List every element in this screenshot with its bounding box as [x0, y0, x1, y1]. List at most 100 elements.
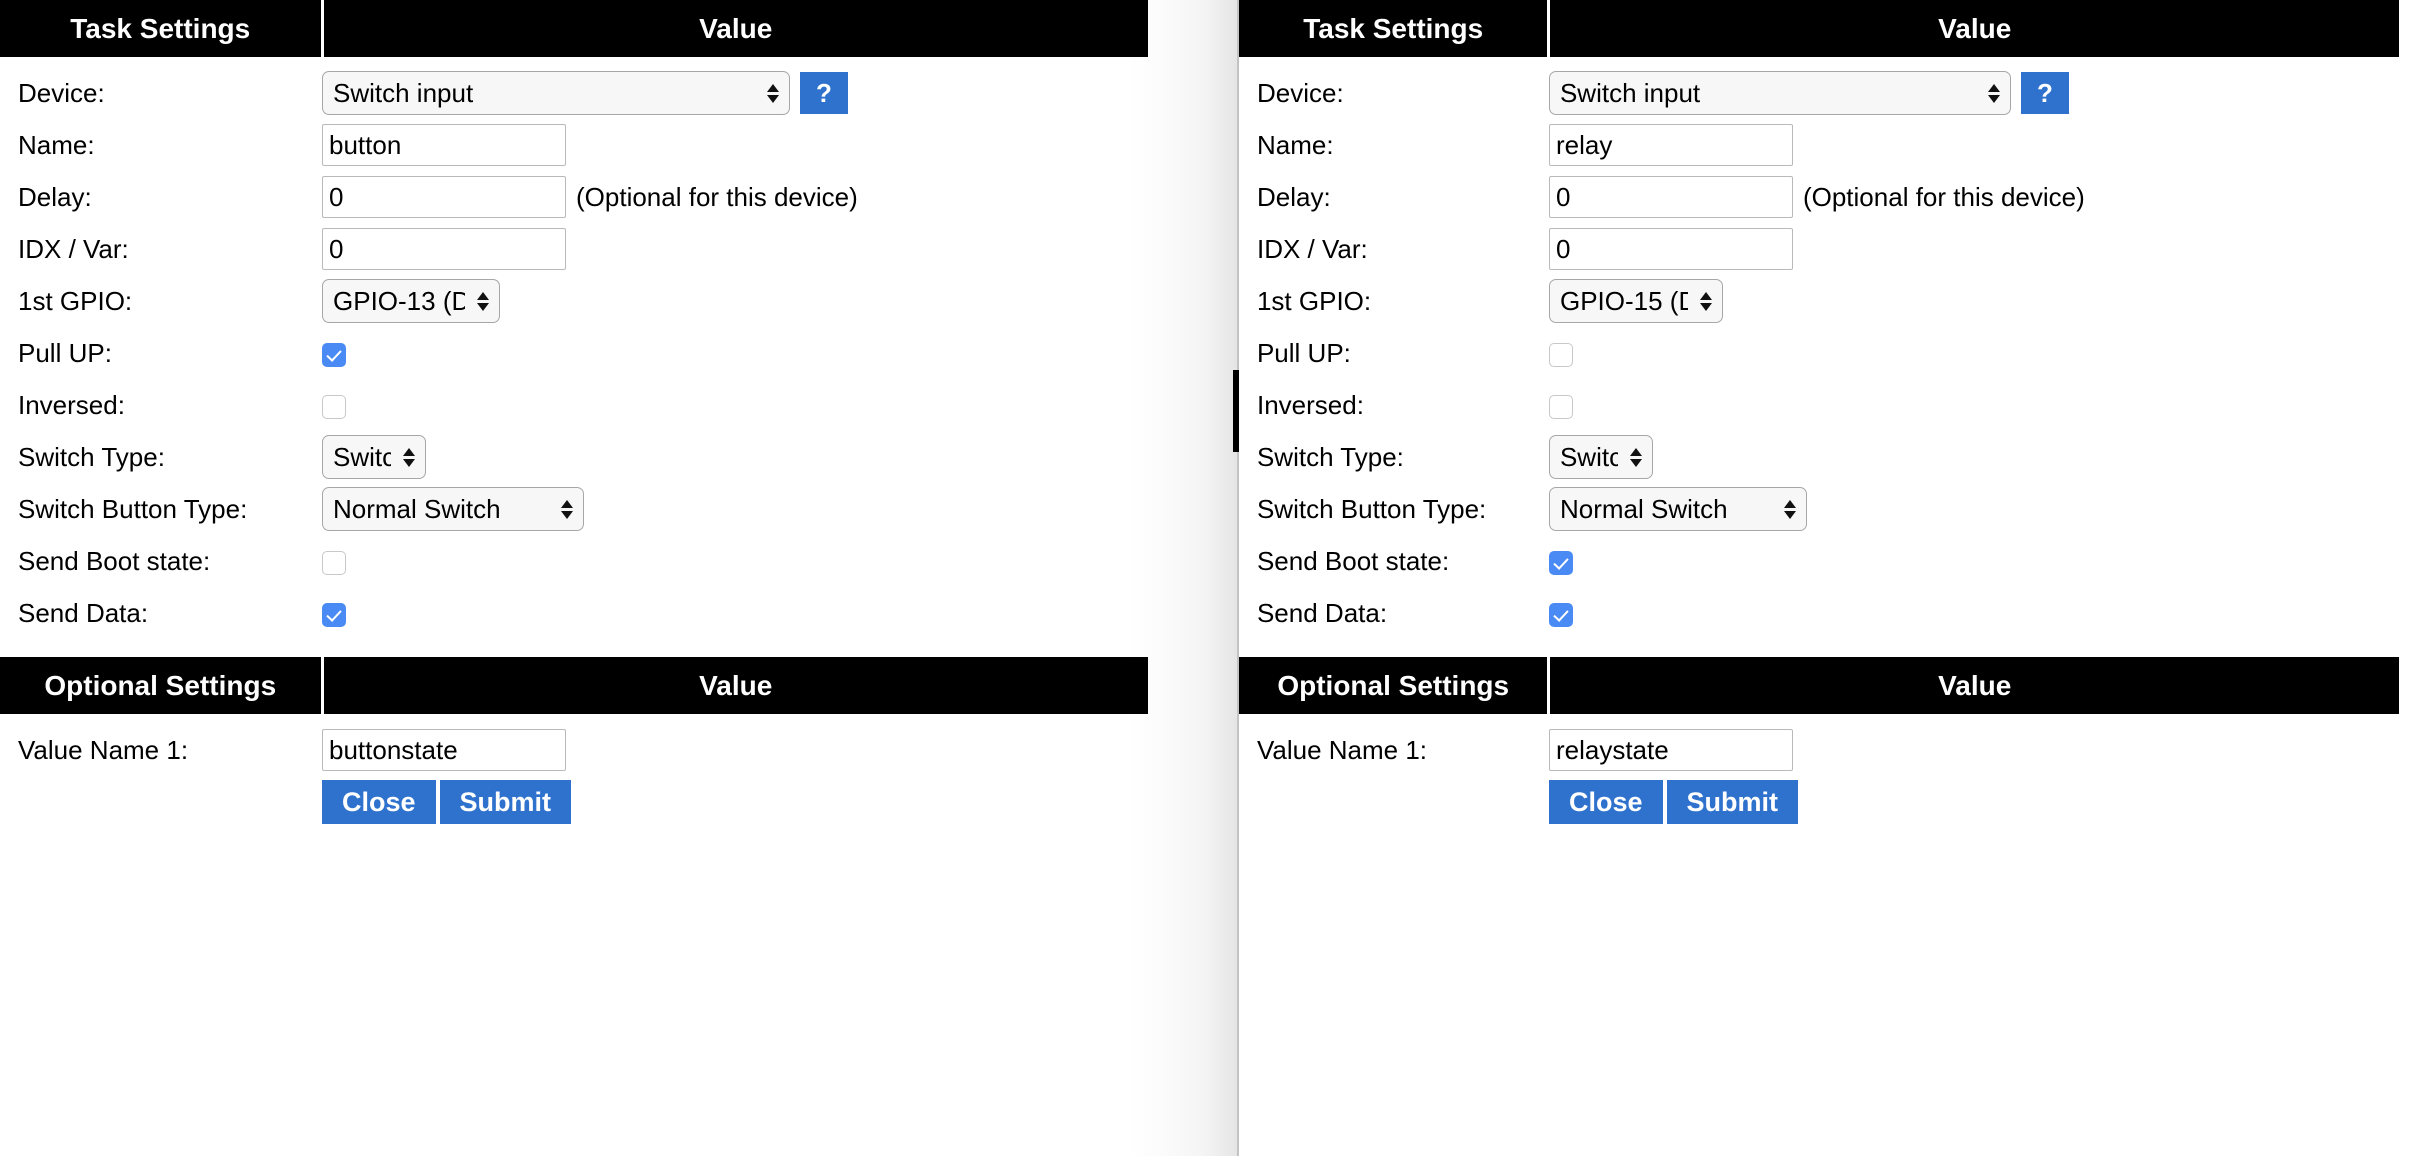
- spacer: [0, 714, 1148, 724]
- pull-up-label: Pull UP:: [18, 337, 112, 368]
- row-send-boot-state: Send Boot state:: [0, 535, 1148, 587]
- spacer-cell: [0, 714, 322, 724]
- device-select[interactable]: Switch input: [322, 71, 790, 115]
- row-value-name-1: Value Name 1:: [0, 724, 1148, 776]
- row-switch-type: Switch Type: Switch: [0, 431, 1148, 483]
- row-switch-type: Switch Type: Switch: [1239, 431, 2399, 483]
- first-gpio-label: 1st GPIO:: [18, 285, 133, 316]
- task-settings-header-value: Value: [1548, 0, 2399, 57]
- switch-button-type-select[interactable]: Normal Switch: [1548, 487, 1807, 531]
- form-buttons-cell: Close Submit: [1548, 776, 2399, 828]
- device-control-group: Switch input ?: [322, 71, 1148, 115]
- device-select[interactable]: Switch input: [1548, 71, 2011, 115]
- first-gpio-select-wrap: GPIO-15 (D8): [1548, 279, 1723, 323]
- help-button[interactable]: ?: [800, 72, 848, 114]
- name-input[interactable]: [322, 124, 566, 166]
- first-gpio-value-cell: GPIO-13 (D7): [322, 275, 1148, 327]
- splitter-drag-handle[interactable]: [1233, 370, 1239, 452]
- row-send-boot-state: Send Boot state:: [1239, 535, 2399, 587]
- spacer-cell: [322, 57, 1148, 67]
- row-form-buttons: Close Submit: [0, 776, 1148, 828]
- pull-up-checkbox[interactable]: [1548, 342, 1573, 367]
- idx-var-value-cell: [322, 223, 1148, 275]
- idx-var-input[interactable]: [1548, 228, 1793, 270]
- device-label: Device:: [18, 77, 105, 108]
- delay-control-group: (Optional for this device): [1548, 176, 2399, 218]
- spacer: [1239, 57, 2399, 67]
- switch-type-label: Switch Type:: [18, 441, 165, 472]
- switch-type-select-wrap: Switch: [322, 435, 426, 479]
- switch-type-select[interactable]: Switch: [1548, 435, 1653, 479]
- delay-control-group: (Optional for this device): [322, 176, 1148, 218]
- send-boot-state-value-cell: [1548, 535, 2399, 587]
- delay-input[interactable]: [1548, 176, 1793, 218]
- form-button-row: Close Submit: [322, 780, 1148, 824]
- spacer-cell: [0, 57, 322, 67]
- spacer-cell: [1239, 639, 1549, 657]
- first-gpio-select[interactable]: GPIO-15 (D8): [1548, 279, 1723, 323]
- switch-type-value-cell: Switch: [1548, 431, 2399, 483]
- send-data-checkbox[interactable]: [1548, 602, 1573, 627]
- form-buttons-cell: Close Submit: [322, 776, 1148, 828]
- row-device: Device: Switch input ?: [0, 67, 1148, 119]
- name-value-cell: [322, 119, 1148, 171]
- pull-up-value-cell: [1548, 327, 2399, 379]
- delay-value-cell: (Optional for this device): [322, 171, 1148, 223]
- first-gpio-select[interactable]: GPIO-13 (D7): [322, 279, 500, 323]
- inversed-checkbox[interactable]: [1548, 394, 1573, 419]
- name-value-cell: [1548, 119, 2399, 171]
- pull-up-checkbox[interactable]: [322, 342, 346, 367]
- send-boot-state-label: Send Boot state:: [1256, 545, 1450, 576]
- row-pull-up: Pull UP:: [0, 327, 1148, 379]
- spacer: [1239, 639, 2399, 657]
- first-gpio-value-cell: GPIO-15 (D8): [1548, 275, 2399, 327]
- name-label: Name:: [18, 129, 95, 160]
- send-data-checkbox[interactable]: [322, 602, 346, 627]
- row-first-gpio: 1st GPIO: GPIO-15 (D8): [1239, 275, 2399, 327]
- device-select-wrap: Switch input: [1548, 71, 2011, 115]
- row-send-data: Send Data:: [1239, 587, 2399, 639]
- send-boot-state-checkbox[interactable]: [322, 550, 346, 575]
- switch-type-value-cell: Switch: [322, 431, 1148, 483]
- task-settings-header-label: Task Settings: [0, 0, 324, 57]
- name-input[interactable]: [1548, 124, 1793, 166]
- send-boot-state-checkbox[interactable]: [1548, 550, 1573, 575]
- close-button[interactable]: Close: [322, 780, 436, 824]
- idx-var-input[interactable]: [322, 228, 566, 270]
- pane-right: Task Settings Value Device: Switch input: [1236, 0, 2412, 1156]
- send-data-value-cell: [322, 587, 1148, 639]
- optional-settings-header-label: Optional Settings: [1238, 657, 1551, 714]
- submit-button[interactable]: Submit: [1666, 780, 1798, 824]
- row-first-gpio: 1st GPIO: GPIO-13 (D7): [0, 275, 1148, 327]
- spacer-cell: [1239, 714, 1549, 724]
- inversed-label: Inversed:: [1256, 389, 1364, 420]
- value-name-1-label: Value Name 1:: [18, 734, 189, 765]
- split-view: Task Settings Value Device: Switch input: [0, 0, 2412, 1156]
- switch-type-select[interactable]: Switch: [322, 435, 426, 479]
- delay-value-cell: (Optional for this device): [1548, 171, 2399, 223]
- delay-label: Delay:: [18, 181, 92, 212]
- idx-var-label: IDX / Var:: [1256, 233, 1368, 264]
- inversed-checkbox[interactable]: [322, 394, 346, 419]
- row-inversed: Inversed:: [0, 379, 1148, 431]
- inversed-value-cell: [1548, 379, 2399, 431]
- switch-button-type-label: Switch Button Type:: [18, 493, 248, 524]
- switch-button-type-select[interactable]: Normal Switch: [322, 487, 584, 531]
- value-name-1-value-cell: [1548, 724, 2399, 776]
- device-value-cell: Switch input ?: [1548, 67, 2399, 119]
- help-button[interactable]: ?: [2020, 72, 2069, 114]
- value-name-1-input[interactable]: [1548, 729, 1793, 771]
- submit-button[interactable]: Submit: [439, 780, 572, 824]
- close-button[interactable]: Close: [1548, 780, 1663, 824]
- spacer: [0, 639, 1148, 657]
- row-form-buttons: Close Submit: [1239, 776, 2399, 828]
- form-button-row: Close Submit: [1548, 780, 2399, 824]
- delay-label: Delay:: [1256, 181, 1331, 212]
- row-switch-button-type: Switch Button Type: Normal Switch: [1239, 483, 2399, 535]
- delay-input[interactable]: [322, 176, 566, 218]
- spacer-cell: [1549, 639, 2399, 657]
- delay-hint: (Optional for this device): [1802, 181, 2085, 212]
- idx-var-label: IDX / Var:: [18, 233, 129, 264]
- value-name-1-input[interactable]: [322, 729, 566, 771]
- optional-settings-header-value: Value: [1548, 657, 2399, 714]
